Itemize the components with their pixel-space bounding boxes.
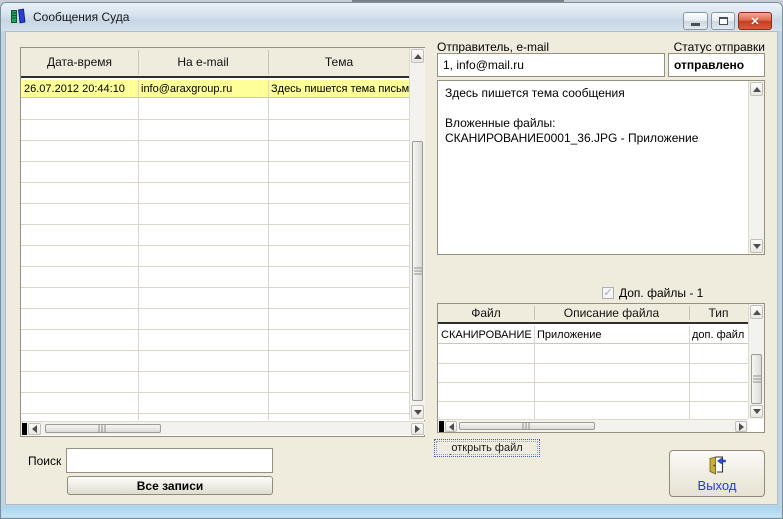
column-header-email[interactable]: На e-mail bbox=[138, 48, 268, 76]
sender-field[interactable]: 1, info@mail.ru bbox=[437, 53, 665, 77]
search-input[interactable] bbox=[66, 448, 273, 473]
scroll-down-button[interactable] bbox=[750, 239, 763, 253]
arrow-left-icon bbox=[32, 425, 37, 433]
messages-vscrollbar[interactable] bbox=[409, 48, 425, 420]
splitter-handle[interactable] bbox=[439, 421, 444, 432]
arrow-down-icon bbox=[752, 243, 761, 249]
status-label: Статус отправки bbox=[673, 40, 765, 54]
files-vscrollbar[interactable] bbox=[748, 304, 764, 419]
arrow-right-icon bbox=[738, 422, 744, 431]
column-header-type[interactable]: Тип bbox=[689, 304, 748, 322]
cell-subject: Здесь пишется тема письма bbox=[271, 83, 410, 95]
open-file-button[interactable]: открыть файл bbox=[434, 439, 540, 457]
arrow-up-icon bbox=[752, 309, 761, 315]
grid-line bbox=[534, 326, 535, 419]
grid-line bbox=[268, 80, 269, 420]
search-label: Поиск bbox=[28, 454, 62, 468]
scroll-thumb[interactable] bbox=[459, 422, 595, 430]
thumb-grip bbox=[98, 424, 108, 433]
scroll-right-button[interactable] bbox=[735, 421, 747, 432]
thumb-grip bbox=[752, 375, 761, 383]
files-grid: Файл Описание файла Тип СКАНИРОВАНИЕ0001… bbox=[437, 303, 765, 433]
minimize-icon bbox=[691, 23, 700, 26]
scroll-up-button[interactable] bbox=[750, 82, 763, 96]
sender-label: Отправитель, e-mail bbox=[437, 40, 549, 54]
scroll-left-button[interactable] bbox=[445, 421, 457, 432]
close-button[interactable]: ✕ bbox=[738, 12, 772, 30]
files-grid-header: Файл Описание файла Тип bbox=[438, 304, 764, 324]
window-title: Сообщения Суда bbox=[33, 10, 130, 24]
exit-button[interactable]: Выход bbox=[669, 450, 765, 497]
open-file-label: открыть файл bbox=[450, 441, 524, 455]
books-icon bbox=[11, 8, 26, 24]
message-body-box[interactable]: Здесь пишется тема сообщения Вложенные ф… bbox=[437, 80, 765, 255]
extra-files-checkbox-label: Доп. файлы - 1 bbox=[619, 286, 704, 300]
table-row[interactable]: СКАНИРОВАНИЕ0001_36.JPG Приложение доп. … bbox=[438, 326, 748, 344]
empty-rows bbox=[438, 345, 748, 419]
cell-datetime: 26.07.2012 20:44:10 bbox=[24, 83, 125, 95]
message-body-text: Здесь пишется тема сообщения Вложенные ф… bbox=[445, 86, 699, 145]
arrow-down-icon bbox=[413, 409, 422, 415]
empty-rows bbox=[21, 99, 410, 420]
arrow-down-icon bbox=[752, 409, 761, 414]
column-header-description[interactable]: Описание файла bbox=[534, 304, 689, 322]
scroll-up-button[interactable] bbox=[411, 49, 424, 63]
scroll-right-button[interactable] bbox=[411, 423, 424, 435]
messages-grid-header: Дата-время На e-mail Тема bbox=[21, 48, 424, 78]
check-icon: ✓ bbox=[603, 287, 613, 299]
messages-hscrollbar[interactable] bbox=[21, 421, 425, 435]
header-separator bbox=[689, 306, 690, 320]
header-separator bbox=[534, 306, 535, 320]
arrow-left-icon bbox=[448, 422, 454, 431]
window-bottom-border bbox=[2, 506, 781, 517]
scroll-up-button[interactable] bbox=[750, 305, 763, 319]
messages-grid: Дата-время На e-mail Тема 26.07.2012 20:… bbox=[20, 47, 425, 437]
column-header-file[interactable]: Файл bbox=[438, 304, 534, 322]
arrow-right-icon bbox=[415, 425, 420, 433]
message-vscrollbar[interactable] bbox=[748, 81, 764, 254]
header-separator bbox=[138, 50, 139, 74]
minimize-button[interactable] bbox=[683, 12, 708, 30]
cell-type: доп. файл bbox=[692, 329, 745, 341]
cell-description: Приложение bbox=[537, 329, 602, 341]
files-hscrollbar[interactable] bbox=[438, 419, 748, 432]
arrow-up-icon bbox=[413, 53, 422, 59]
scroll-thumb[interactable] bbox=[412, 141, 423, 401]
maximize-button[interactable] bbox=[711, 12, 735, 30]
column-header-subject[interactable]: Тема bbox=[268, 48, 410, 76]
cell-email: info@araxgroup.ru bbox=[141, 83, 233, 95]
scroll-thumb[interactable] bbox=[45, 424, 161, 433]
arrow-up-icon bbox=[752, 86, 761, 92]
table-row-selected[interactable]: 26.07.2012 20:44:10 info@araxgroup.ru Зд… bbox=[21, 80, 410, 98]
close-icon: ✕ bbox=[750, 15, 760, 28]
cell-file: СКАНИРОВАНИЕ0001_36.JPG bbox=[441, 329, 532, 341]
grid-line bbox=[689, 326, 690, 419]
thumb-grip bbox=[413, 267, 422, 275]
maximize-icon bbox=[718, 17, 728, 25]
extra-files-checkbox[interactable]: ✓ bbox=[602, 287, 614, 299]
scroll-thumb[interactable] bbox=[751, 354, 762, 404]
splitter-handle[interactable] bbox=[22, 423, 27, 435]
exit-button-label: Выход bbox=[697, 478, 737, 493]
status-field: отправлено bbox=[668, 53, 765, 77]
scroll-down-button[interactable] bbox=[750, 405, 763, 418]
column-header-datetime[interactable]: Дата-время bbox=[21, 48, 138, 76]
header-separator bbox=[268, 50, 269, 74]
all-records-button[interactable]: Все записи bbox=[67, 476, 273, 495]
thumb-grip bbox=[522, 422, 532, 430]
open-door-arrow-icon bbox=[709, 456, 726, 475]
scroll-left-button[interactable] bbox=[28, 423, 41, 435]
scroll-down-button[interactable] bbox=[411, 405, 424, 419]
grid-line bbox=[138, 80, 139, 420]
